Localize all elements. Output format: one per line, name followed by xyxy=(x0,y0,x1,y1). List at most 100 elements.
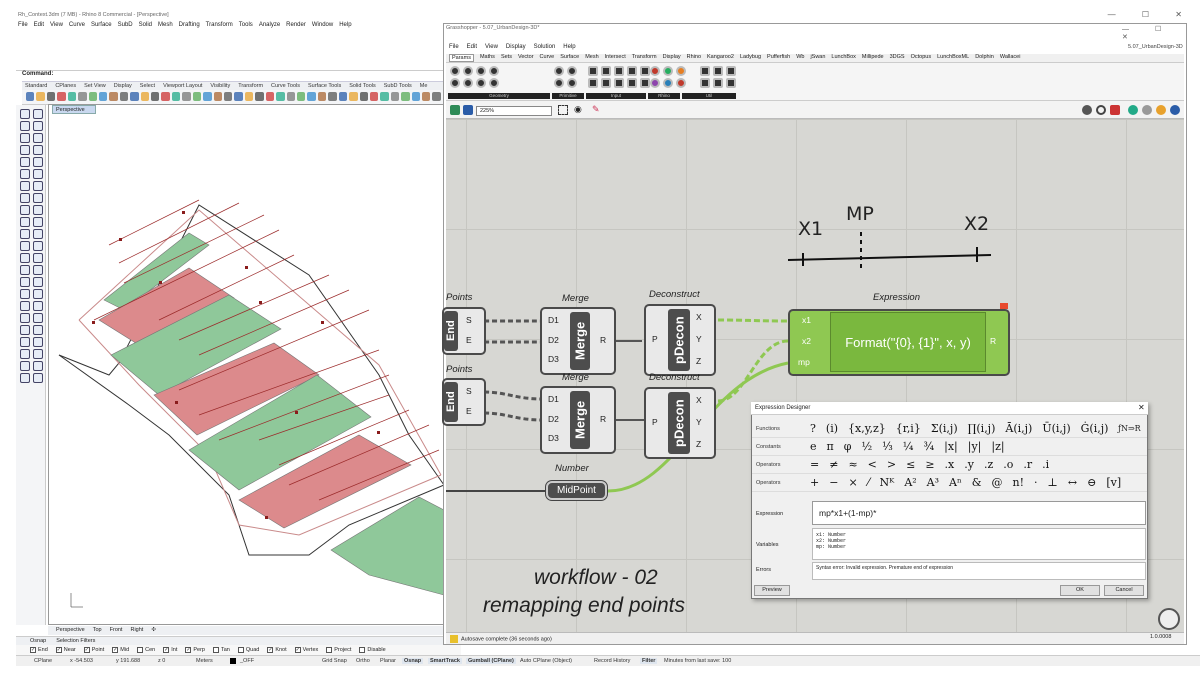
gh-tab-sets[interactable]: Sets xyxy=(501,54,512,62)
toolbar-tool-icon[interactable] xyxy=(119,92,129,101)
designer-symbol-button[interactable]: ≤ xyxy=(906,458,915,471)
designer-symbol-button[interactable]: A³ xyxy=(927,476,939,489)
osnap-perp[interactable]: ✓ Perp xyxy=(185,646,205,654)
toolbar-tool-icon[interactable] xyxy=(140,92,150,101)
toolbar-tool-icon[interactable] xyxy=(36,92,45,101)
osnap-tan[interactable]: Tan xyxy=(212,646,230,654)
status-units[interactable]: Meters xyxy=(196,658,213,664)
side-tool-icon[interactable] xyxy=(33,289,43,299)
side-tool-icon[interactable] xyxy=(33,169,43,179)
gh-tab-jswan[interactable]: jSwan xyxy=(810,54,825,62)
status-record-history[interactable]: Record History xyxy=(594,658,630,664)
pin-d3[interactable]: D3 xyxy=(548,354,559,364)
gh-tab-transform[interactable]: Transform xyxy=(632,54,657,62)
zoom-extents-icon[interactable] xyxy=(558,105,568,115)
designer-symbol-button[interactable]: ? xyxy=(810,422,816,435)
menu-item-transform[interactable]: Transform xyxy=(206,22,233,30)
gh-tab-dolphin[interactable]: Dolphin xyxy=(975,54,994,62)
mesh-quality-icon[interactable] xyxy=(1128,105,1138,115)
menu-item-tools[interactable]: Tools xyxy=(239,22,253,30)
side-tool-icon[interactable] xyxy=(20,325,30,335)
viewport-tab[interactable]: Right xyxy=(130,627,143,634)
toolbar-tool-icon[interactable] xyxy=(224,92,233,101)
gh-tab-lunchbox[interactable]: LunchBox xyxy=(831,54,855,62)
designer-symbol-button[interactable]: [v] xyxy=(1106,476,1121,489)
side-tool-icon[interactable] xyxy=(20,313,30,323)
toolbar-tab[interactable]: Visibility xyxy=(210,83,230,89)
side-tool-icon[interactable] xyxy=(33,361,43,371)
toolbar-tab[interactable]: Solid Tools xyxy=(349,83,376,89)
designer-symbol-button[interactable]: n! xyxy=(1013,476,1025,489)
designer-symbol-button[interactable]: |y| xyxy=(968,440,982,453)
gh-tab-pufferfish[interactable]: Pufferfish xyxy=(767,54,790,62)
designer-symbol-button[interactable]: (i) xyxy=(826,422,838,435)
designer-symbol-button[interactable]: Ġ(i,j) xyxy=(1081,422,1109,435)
toolbar-tool-icon[interactable] xyxy=(317,92,327,101)
end-points-component-1[interactable]: End S E xyxy=(442,307,486,355)
osnap-panel-tab[interactable]: Osnap xyxy=(30,638,46,644)
toolbar-tab[interactable]: Me xyxy=(420,83,428,89)
menu-item-analyze[interactable]: Analyze xyxy=(259,22,280,30)
side-tool-icon[interactable] xyxy=(20,121,30,131)
designer-symbol-button[interactable]: Σ(i,j) xyxy=(931,422,958,435)
gh-tab-intersect[interactable]: Intersect xyxy=(605,54,626,62)
pin-d3[interactable]: D3 xyxy=(548,433,559,443)
side-tool-icon[interactable] xyxy=(20,373,30,383)
pin-d1[interactable]: D1 xyxy=(548,394,559,404)
designer-symbol-button[interactable]: & xyxy=(972,476,982,489)
toolbar-tool-icon[interactable] xyxy=(276,92,285,101)
osnap-knot[interactable]: ✓ Knot xyxy=(267,646,287,654)
toolbar-tab[interactable]: Viewport Layout xyxy=(163,83,202,89)
designer-symbol-button[interactable]: < xyxy=(868,458,877,471)
side-tool-icon[interactable] xyxy=(20,289,30,299)
designer-symbol-button[interactable]: ⅓ xyxy=(882,440,893,453)
menu-item-render[interactable]: Render xyxy=(286,22,306,30)
toolbar-tool-icon[interactable] xyxy=(151,92,160,101)
toolbar-tab[interactable]: Select xyxy=(140,83,155,89)
gh-tab-octopus[interactable]: Octopus xyxy=(911,54,931,62)
osnap-checkbox[interactable]: ✓ xyxy=(294,647,301,653)
toolbar-tool-icon[interactable] xyxy=(192,92,202,101)
designer-symbol-button[interactable]: ¼ xyxy=(903,440,914,453)
side-tool-icon[interactable] xyxy=(33,349,43,359)
status-ortho[interactable]: Ortho xyxy=(356,658,370,664)
toolbar-tool-icon[interactable] xyxy=(359,92,368,101)
designer-symbol-button[interactable]: ≈ xyxy=(848,458,857,471)
side-tool-icon[interactable] xyxy=(33,313,43,323)
designer-symbol-button[interactable]: A² xyxy=(904,476,916,489)
toolbar-tool-icon[interactable] xyxy=(109,92,118,101)
gh-menu-item[interactable]: File xyxy=(449,44,459,50)
designer-symbol-button[interactable]: {r,i} xyxy=(896,422,921,435)
osnap-point[interactable]: ✓ Point xyxy=(83,646,104,654)
info-icon[interactable] xyxy=(1170,105,1180,115)
preview-eye-icon[interactable]: ◉ xyxy=(574,104,582,115)
toolbar-tool-icon[interactable] xyxy=(182,92,191,101)
side-tool-icon[interactable] xyxy=(20,109,30,119)
pin-s[interactable]: S xyxy=(466,386,472,396)
gh-tab-params[interactable]: Params xyxy=(449,54,474,62)
status-filter[interactable]: Filter xyxy=(640,658,658,664)
menu-item-view[interactable]: View xyxy=(50,22,63,30)
toolbar-tab[interactable]: Transform xyxy=(238,83,263,89)
pin-p[interactable]: P xyxy=(652,417,658,427)
osnap-checkbox[interactable] xyxy=(237,647,244,653)
toolbar-tool-icon[interactable] xyxy=(328,92,337,101)
viewport-title-perspective[interactable]: Perspective xyxy=(52,105,96,114)
pin-x[interactable]: X xyxy=(696,312,702,322)
designer-symbol-button[interactable]: ≠ xyxy=(829,458,838,471)
side-tool-icon[interactable] xyxy=(20,193,30,203)
toolbar-tab[interactable]: Display xyxy=(114,83,132,89)
toolbar-tool-icon[interactable] xyxy=(411,92,421,101)
status-cplane[interactable]: CPlane xyxy=(34,658,52,664)
gh-window-controls[interactable]: — ☐ ✕ xyxy=(1122,25,1200,41)
side-tool-icon[interactable] xyxy=(20,133,30,143)
menu-item-edit[interactable]: Edit xyxy=(34,22,44,30)
osnap-project[interactable]: Project xyxy=(326,646,351,654)
designer-symbol-button[interactable]: · xyxy=(1034,476,1038,489)
toolbar-tool-icon[interactable] xyxy=(390,92,400,101)
side-tool-icon[interactable] xyxy=(20,145,30,155)
status-planar[interactable]: Planar xyxy=(380,658,396,664)
side-tool-icon[interactable] xyxy=(33,205,43,215)
toolbar-tool-icon[interactable] xyxy=(244,92,254,101)
wireframe-icon[interactable] xyxy=(1096,105,1106,115)
